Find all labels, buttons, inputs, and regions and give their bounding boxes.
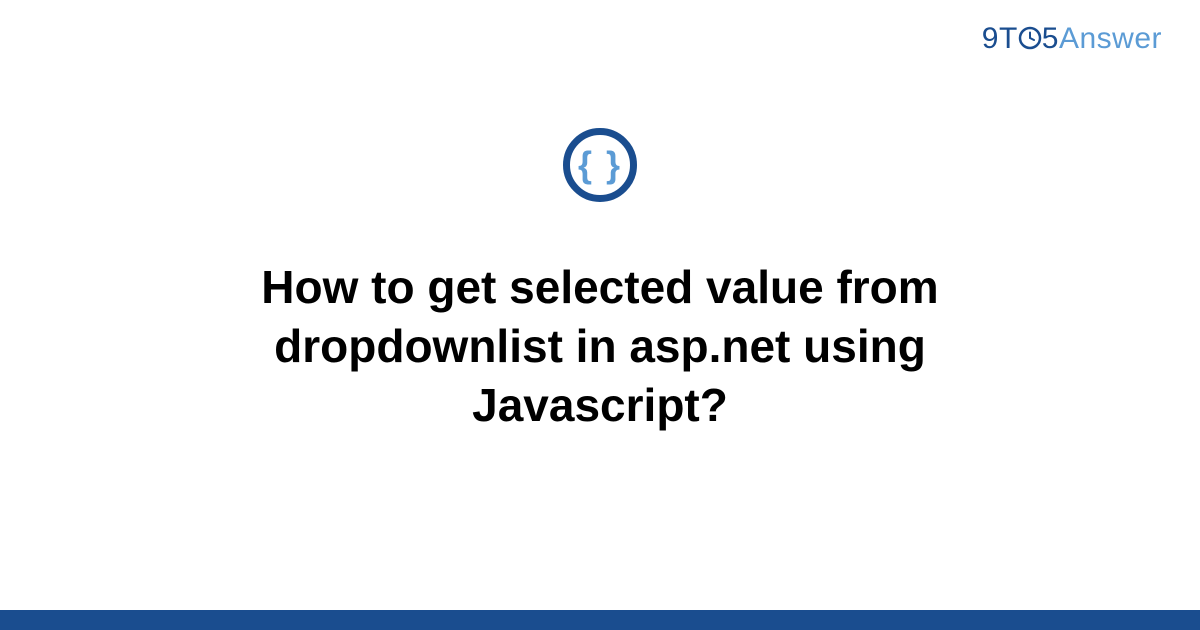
logo-t: T bbox=[999, 22, 1018, 55]
logo-five: 5 bbox=[1042, 22, 1059, 55]
code-braces-icon: { } bbox=[563, 128, 637, 202]
braces-glyph: { } bbox=[578, 147, 622, 183]
logo-answer: Answer bbox=[1059, 22, 1162, 55]
bottom-accent-bar bbox=[0, 610, 1200, 630]
question-title: How to get selected value from dropdownl… bbox=[150, 258, 1050, 435]
site-logo: 9T5Answer bbox=[982, 22, 1162, 56]
logo-clock-icon bbox=[1018, 26, 1042, 50]
main-content: { } How to get selected value from dropd… bbox=[0, 128, 1200, 435]
logo-nine: 9 bbox=[982, 22, 999, 55]
